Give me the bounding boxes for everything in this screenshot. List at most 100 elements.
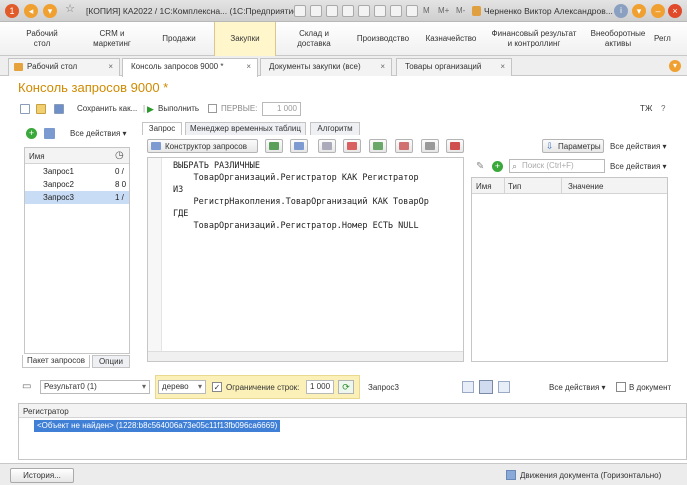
view-mode-select[interactable]: дерево ▾: [158, 380, 206, 394]
section-finance[interactable]: Финансовый результат и контроллинг: [486, 22, 582, 56]
add-parameter-icon[interactable]: +: [492, 161, 503, 172]
first-checkbox[interactable]: [208, 101, 217, 117]
user-name[interactable]: Черненко Виктор Александров...: [484, 6, 613, 16]
first-count-input[interactable]: 1 000: [262, 102, 301, 116]
comment-button[interactable]: [369, 139, 387, 153]
in-document-checkbox[interactable]: [616, 382, 626, 392]
copy-icon[interactable]: [44, 128, 55, 139]
layout-list-icon[interactable]: [498, 381, 510, 393]
memory-button[interactable]: M: [423, 6, 430, 15]
close-icon[interactable]: ×: [246, 59, 251, 75]
indent-button[interactable]: [290, 139, 308, 153]
status-text[interactable]: Движения документа (Горизонтально): [520, 471, 661, 480]
settings-icon[interactable]: ▾: [632, 4, 646, 18]
layout-tree-icon[interactable]: [479, 380, 493, 394]
section-treasury[interactable]: Казначейство: [420, 22, 482, 56]
user-icon: [472, 6, 481, 16]
tab-temp-tables-manager[interactable]: Менеджер временных таблиц: [185, 122, 306, 135]
query-editor[interactable]: ВЫБРАТЬ РАЗЛИЧНЫЕ ТоварОрганизаций.Регис…: [147, 157, 464, 362]
table-row-selected[interactable]: Запрос3 1 /: [25, 191, 129, 204]
params-search-actions-menu[interactable]: Все действия ▾: [610, 162, 667, 171]
results-all-actions-menu[interactable]: Все действия ▾: [549, 383, 606, 392]
section-desktop[interactable]: Рабочий стол: [10, 22, 74, 56]
table-row[interactable]: Запрос1 0 /: [25, 165, 129, 178]
save-icon[interactable]: [326, 5, 338, 17]
horizontal-scrollbar[interactable]: [148, 351, 463, 361]
notifications-icon[interactable]: i: [614, 4, 628, 18]
clear-button[interactable]: [343, 139, 361, 153]
play-icon[interactable]: ▶: [147, 101, 154, 117]
help-button[interactable]: ?: [661, 101, 665, 117]
delete-button[interactable]: [446, 139, 464, 153]
menu-icon[interactable]: ▾: [43, 4, 57, 18]
section-purchases[interactable]: Закупки: [214, 22, 276, 56]
code-line: ТоварОрганизаций.Регистратор.Номер ЕСТЬ …: [173, 221, 419, 231]
copy-icon[interactable]: [294, 5, 306, 17]
save-icon[interactable]: [54, 101, 64, 117]
result-select[interactable]: Результат0 (1) ▾: [40, 380, 150, 394]
tool-button[interactable]: [421, 139, 439, 153]
table-row-selected[interactable]: <Объект не найден> (1228:b8c564006a73e05…: [34, 420, 281, 432]
section-production[interactable]: Производство: [350, 22, 416, 56]
close-icon[interactable]: ×: [668, 4, 682, 18]
close-icon[interactable]: ×: [500, 59, 505, 75]
tab-query[interactable]: Запрос: [142, 122, 182, 135]
new-icon[interactable]: [20, 101, 30, 117]
uncomment-button[interactable]: [395, 139, 413, 153]
history-button[interactable]: История...: [10, 468, 74, 483]
parameters-button[interactable]: ⇩ Параметры: [542, 139, 604, 153]
link-icon[interactable]: [374, 5, 386, 17]
editor-gutter: [148, 158, 162, 361]
minimize-icon[interactable]: –: [651, 4, 665, 18]
result-settings-icon[interactable]: ▭: [22, 381, 31, 392]
close-icon[interactable]: ×: [380, 59, 385, 75]
table-header: Имя Тип Значение: [472, 178, 667, 194]
tab-purchase-documents[interactable]: Документы закупки (все) ×: [260, 58, 392, 76]
limit-checkbox[interactable]: ✓: [212, 382, 222, 392]
open-icon[interactable]: [36, 101, 46, 117]
tab-query-console[interactable]: Консоль запросов 9000 * ×: [122, 58, 258, 77]
params-search-input[interactable]: ⌕ Поиск (Ctrl+F): [509, 159, 605, 173]
tab-algorithm[interactable]: Алгоритм: [310, 122, 360, 135]
back-icon[interactable]: ◂: [24, 4, 38, 18]
pencil-icon[interactable]: ✎: [476, 161, 484, 172]
execute-button[interactable]: Выполнить: [158, 101, 199, 117]
section-regl[interactable]: Регл: [654, 22, 687, 56]
table-row[interactable]: Запрос2 8 0: [25, 178, 129, 191]
tab-desktop[interactable]: Рабочий стол ×: [8, 58, 120, 76]
calculator-icon[interactable]: [390, 5, 402, 17]
calendar-icon[interactable]: [342, 5, 354, 17]
info-icon[interactable]: [358, 5, 370, 17]
abc-button[interactable]: [318, 139, 336, 153]
format-button[interactable]: [265, 139, 283, 153]
memory-minus-button[interactable]: M-: [456, 6, 465, 15]
layout-icon[interactable]: [462, 381, 474, 393]
query-constructor-button[interactable]: Конструктор запросов: [147, 139, 258, 153]
tab-org-goods[interactable]: Товары организаций ×: [396, 58, 512, 76]
tj-button[interactable]: ТЖ: [640, 101, 652, 117]
refresh-icon[interactable]: ⟳: [338, 380, 354, 394]
section-fixed-assets[interactable]: Внеоборотные активы: [586, 22, 650, 56]
tab-options[interactable]: Опции: [92, 355, 130, 368]
params-all-actions-menu[interactable]: Все действия ▾: [610, 142, 667, 151]
all-actions-menu[interactable]: Все действия ▾: [70, 129, 127, 138]
add-icon[interactable]: +: [26, 128, 37, 139]
favorites-star-icon[interactable]: ☆: [63, 4, 77, 18]
section-warehouse[interactable]: Склад и доставка: [282, 22, 346, 56]
status-bar: История... Движения документа (Горизонта…: [0, 463, 687, 485]
section-label: Рабочий стол: [26, 29, 58, 48]
app-logo-icon[interactable]: 1: [5, 4, 19, 18]
section-label: Финансовый результат и контроллинг: [491, 29, 577, 48]
result-table: Регистратор <Объект не найден> (1228:b8c…: [18, 403, 687, 460]
close-icon[interactable]: ×: [108, 59, 113, 75]
tab-query-packet[interactable]: Пакет запросов: [22, 355, 90, 368]
limit-input[interactable]: 1 000: [306, 380, 334, 394]
search-placeholder: Поиск (Ctrl+F): [522, 161, 574, 170]
print-icon[interactable]: [310, 5, 322, 17]
section-crm[interactable]: CRM и маркетинг: [80, 22, 144, 56]
history-icon[interactable]: [406, 5, 418, 17]
tabs-dropdown-icon[interactable]: ▾: [669, 60, 681, 72]
section-sales[interactable]: Продажи: [150, 22, 208, 56]
memory-plus-button[interactable]: M+: [438, 6, 449, 15]
save-as-button[interactable]: Сохранить как...: [77, 101, 137, 117]
